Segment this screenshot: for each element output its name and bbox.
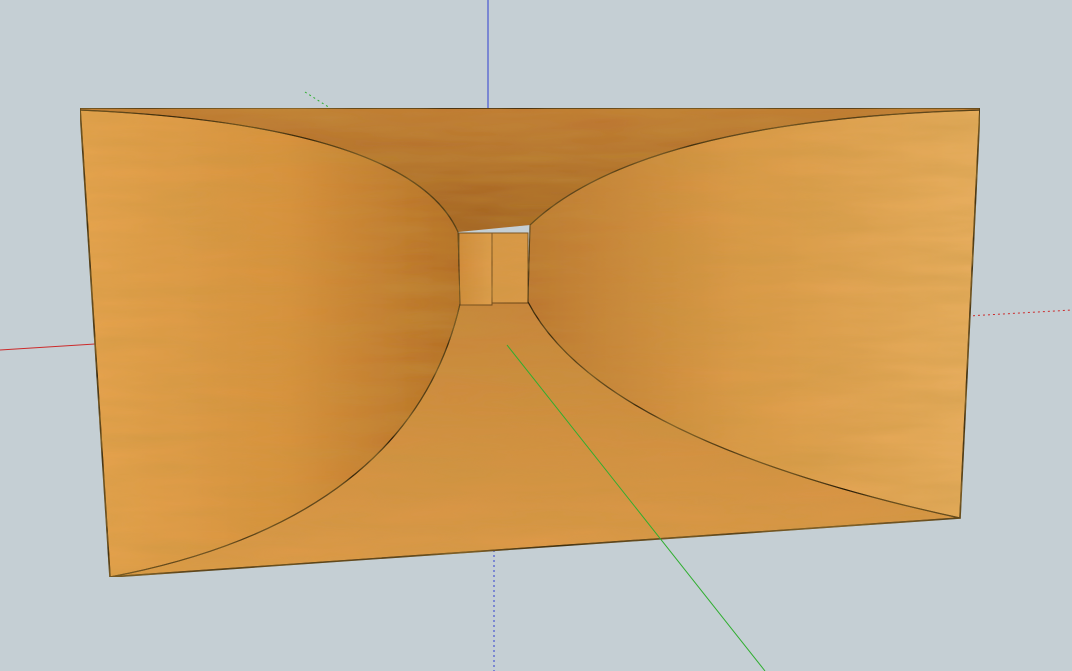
scene-canvas[interactable] (0, 0, 1072, 671)
horn-enclosure-model[interactable] (79, 107, 981, 578)
modeling-viewport[interactable] (0, 0, 1072, 671)
red-axis-dotted (967, 309, 1072, 317)
throat-panel-right[interactable] (491, 232, 529, 304)
red-axis (0, 343, 96, 351)
throat-panel-left[interactable] (458, 232, 493, 306)
green-axis-dotted (304, 91, 331, 109)
